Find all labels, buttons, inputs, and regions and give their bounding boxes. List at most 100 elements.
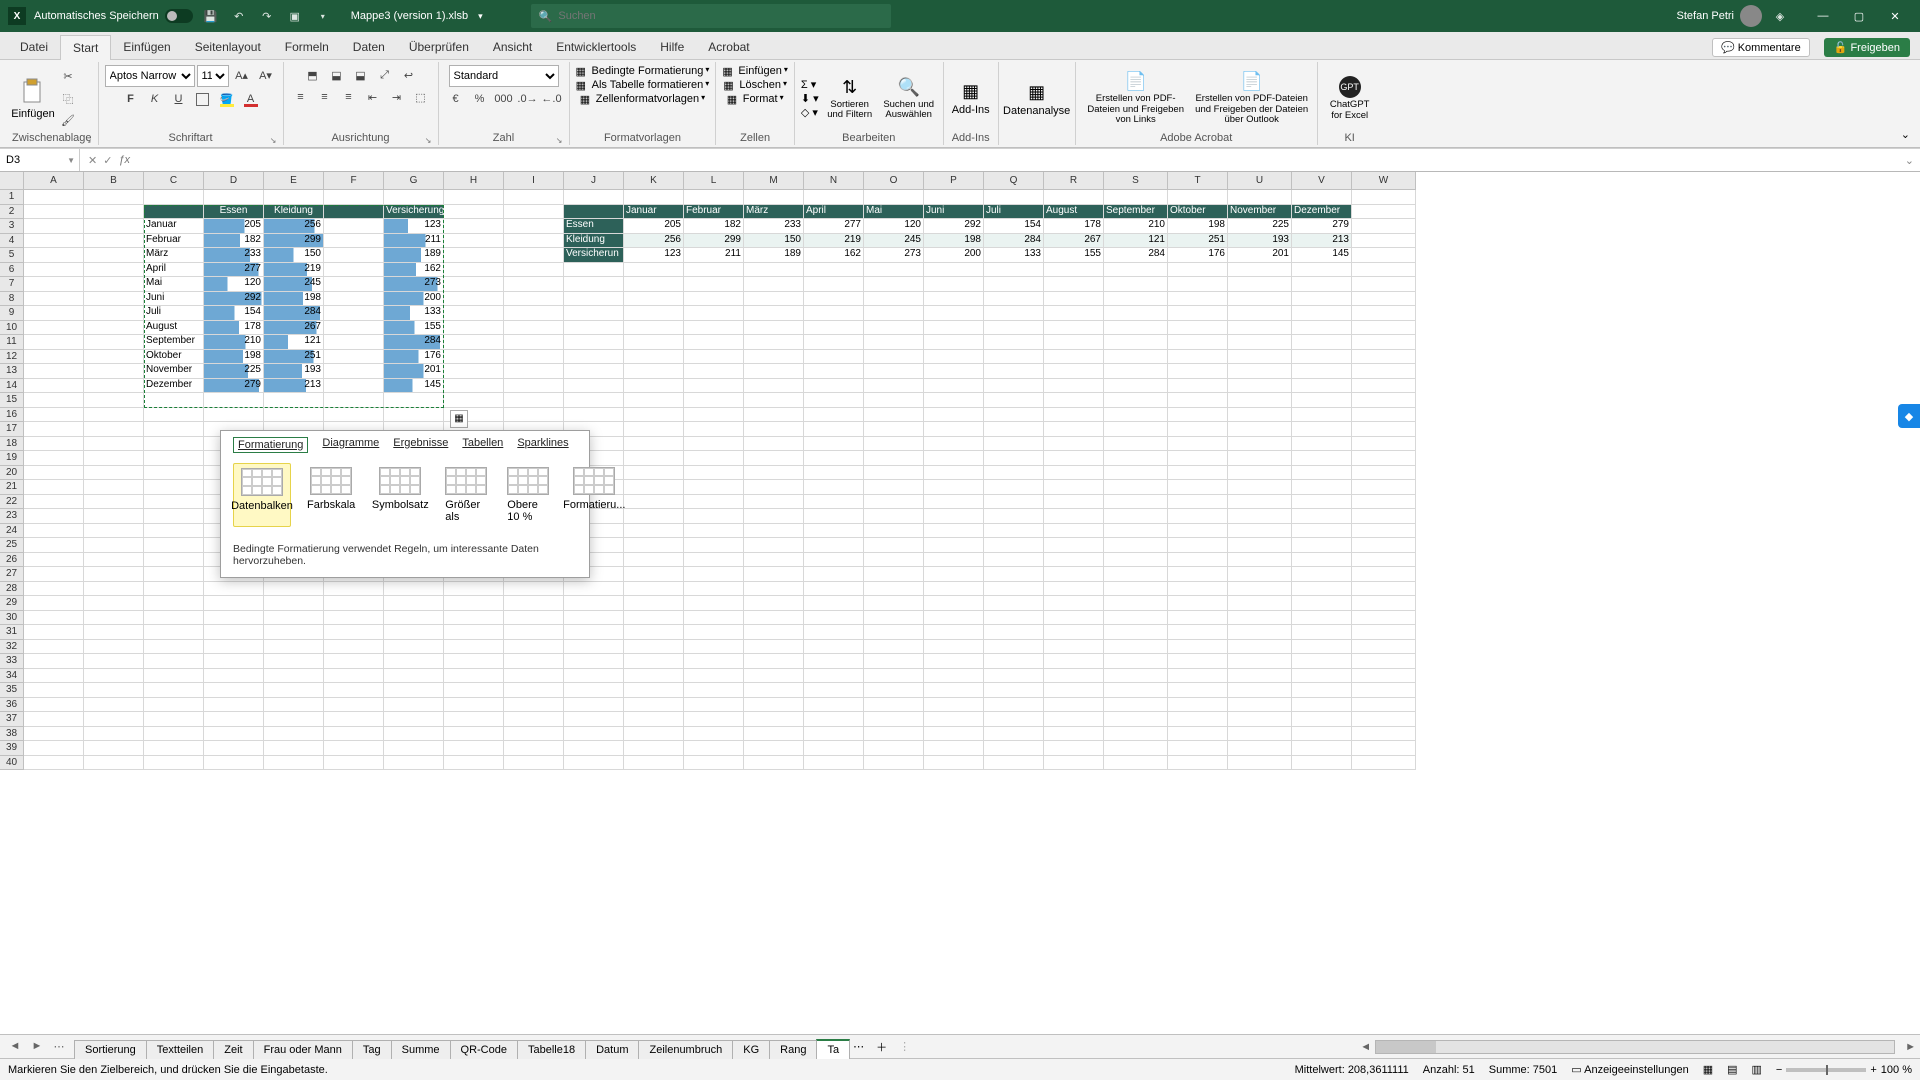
cell[interactable]	[84, 582, 144, 597]
cell[interactable]	[1352, 727, 1416, 742]
cell[interactable]	[624, 683, 684, 698]
row-header[interactable]: 26	[0, 553, 24, 568]
tab-start[interactable]: Start	[60, 35, 111, 60]
cell[interactable]	[744, 408, 804, 423]
col-header[interactable]: U	[1228, 172, 1292, 190]
cell[interactable]: Juli	[144, 306, 204, 321]
cell[interactable]	[1228, 466, 1292, 481]
cell[interactable]	[204, 190, 264, 205]
cell[interactable]	[1292, 495, 1352, 510]
cell[interactable]	[324, 727, 384, 742]
cell[interactable]	[1168, 640, 1228, 655]
fill-color-button[interactable]: 🪣	[216, 89, 238, 109]
cell[interactable]	[504, 756, 564, 771]
cell[interactable]	[864, 306, 924, 321]
row-header[interactable]: 23	[0, 509, 24, 524]
cell[interactable]	[564, 335, 624, 350]
expand-formula-bar-icon[interactable]: ⌄	[1899, 154, 1920, 167]
paste-button[interactable]: Einfügen	[12, 68, 54, 130]
cell[interactable]	[624, 524, 684, 539]
cell[interactable]	[444, 654, 504, 669]
cell[interactable]: Mai	[864, 205, 924, 220]
cell[interactable]	[444, 205, 504, 220]
cell[interactable]	[84, 495, 144, 510]
cell[interactable]	[804, 437, 864, 452]
cell[interactable]	[24, 741, 84, 756]
cell[interactable]	[384, 698, 444, 713]
cell[interactable]: 205	[204, 219, 264, 234]
qa-tab-ergebnisse[interactable]: Ergebnisse	[393, 437, 448, 453]
cell[interactable]	[1352, 205, 1416, 220]
qa-tab-tabellen[interactable]: Tabellen	[462, 437, 503, 453]
cell[interactable]	[624, 306, 684, 321]
cell[interactable]	[1228, 741, 1292, 756]
cell[interactable]	[264, 408, 324, 423]
cell[interactable]	[1168, 480, 1228, 495]
cell[interactable]: 284	[984, 234, 1044, 249]
cell[interactable]	[1292, 379, 1352, 394]
cell[interactable]	[1044, 553, 1104, 568]
cell[interactable]	[1044, 654, 1104, 669]
cell[interactable]	[1104, 393, 1168, 408]
cell[interactable]	[324, 393, 384, 408]
tab-datei[interactable]: Datei	[8, 35, 60, 59]
cell[interactable]	[864, 466, 924, 481]
cell[interactable]	[744, 640, 804, 655]
sheet-tab[interactable]: QR-Code	[450, 1040, 518, 1059]
cell[interactable]	[24, 306, 84, 321]
cell[interactable]	[24, 567, 84, 582]
cell[interactable]	[324, 364, 384, 379]
cell[interactable]	[504, 364, 564, 379]
cell[interactable]	[804, 524, 864, 539]
quick-analysis-button[interactable]: ▦	[450, 410, 468, 428]
launcher-icon[interactable]: ↘	[270, 136, 277, 145]
row-header[interactable]: 27	[0, 567, 24, 582]
cell[interactable]: 211	[684, 248, 744, 263]
fx-icon[interactable]: ƒx	[118, 154, 130, 167]
cell[interactable]	[1352, 451, 1416, 466]
acrobat-pdf-outlook-button[interactable]: 📄Erstellen von PDF-Dateien und Freigeben…	[1193, 68, 1311, 130]
cell[interactable]: 277	[804, 219, 864, 234]
cell[interactable]	[324, 306, 384, 321]
cell[interactable]	[24, 350, 84, 365]
col-header[interactable]: N	[804, 172, 864, 190]
cell[interactable]	[864, 350, 924, 365]
cell[interactable]	[1292, 611, 1352, 626]
cell[interactable]	[84, 234, 144, 249]
cell[interactable]	[504, 321, 564, 336]
cell[interactable]: 133	[384, 306, 444, 321]
cell[interactable]	[1168, 263, 1228, 278]
cell[interactable]	[804, 567, 864, 582]
cell[interactable]	[744, 567, 804, 582]
cell[interactable]	[324, 292, 384, 307]
cell[interactable]: 120	[204, 277, 264, 292]
cell[interactable]	[1104, 321, 1168, 336]
launcher-icon[interactable]: ↘	[425, 136, 432, 145]
row-header[interactable]: 24	[0, 524, 24, 539]
cell[interactable]	[204, 727, 264, 742]
row-header[interactable]: 19	[0, 451, 24, 466]
cell[interactable]	[1044, 596, 1104, 611]
cell[interactable]	[1292, 524, 1352, 539]
cell[interactable]	[1044, 451, 1104, 466]
cell[interactable]	[804, 350, 864, 365]
cell[interactable]	[1228, 335, 1292, 350]
row-header[interactable]: 5	[0, 248, 24, 263]
cell[interactable]	[84, 422, 144, 437]
cell[interactable]	[1292, 277, 1352, 292]
cell[interactable]	[1044, 335, 1104, 350]
cell[interactable]	[384, 683, 444, 698]
cell[interactable]	[564, 379, 624, 394]
cell[interactable]	[624, 393, 684, 408]
cell[interactable]: November	[144, 364, 204, 379]
tab-entwicklertools[interactable]: Entwicklertools	[544, 35, 648, 59]
cell[interactable]	[984, 263, 1044, 278]
cell[interactable]	[924, 408, 984, 423]
cell[interactable]	[204, 408, 264, 423]
cell[interactable]: 256	[624, 234, 684, 249]
col-header[interactable]: W	[1352, 172, 1416, 190]
cell[interactable]	[264, 654, 324, 669]
cell[interactable]	[144, 698, 204, 713]
cell[interactable]	[924, 654, 984, 669]
row-header[interactable]: 20	[0, 466, 24, 481]
